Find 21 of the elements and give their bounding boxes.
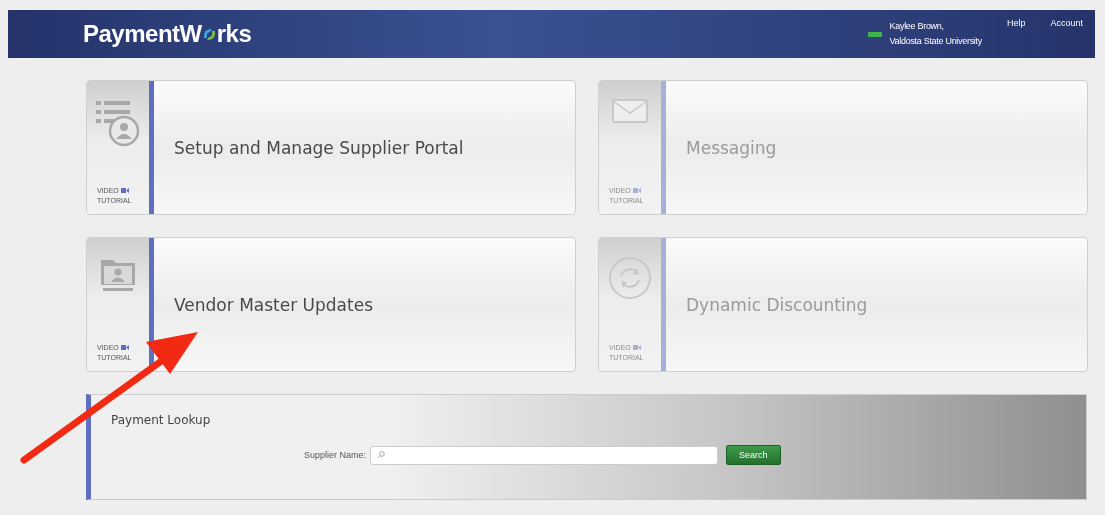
list-person-icon (96, 99, 140, 147)
header-link[interactable]: Account (1037, 10, 1095, 58)
video-camera-icon (120, 188, 129, 193)
tile-title: Dynamic Discounting (686, 294, 868, 315)
status-bar-icon (867, 31, 882, 37)
panel-title: Payment Lookup (111, 413, 212, 427)
tile-title: Setup and Manage Supplier Portal (174, 137, 464, 158)
video-camera-icon (632, 188, 641, 193)
supplier-name-field[interactable] (370, 445, 719, 465)
video-camera-icon (120, 345, 129, 350)
envelope-icon (612, 99, 648, 123)
header-link[interactable]: Help (993, 10, 1038, 58)
refresh-icon (608, 256, 652, 300)
user-info: Kaylee Brown, Valdosta State University (889, 20, 982, 48)
field-label: Supplier Name: (304, 450, 367, 460)
search-button[interactable]: Search (726, 445, 781, 465)
tile-title: Vendor Master Updates (174, 294, 373, 315)
tile-title: Messaging (686, 137, 777, 158)
video-camera-icon (632, 345, 641, 350)
search-icon (377, 451, 386, 459)
logo: PaymentW rks (83, 20, 252, 48)
